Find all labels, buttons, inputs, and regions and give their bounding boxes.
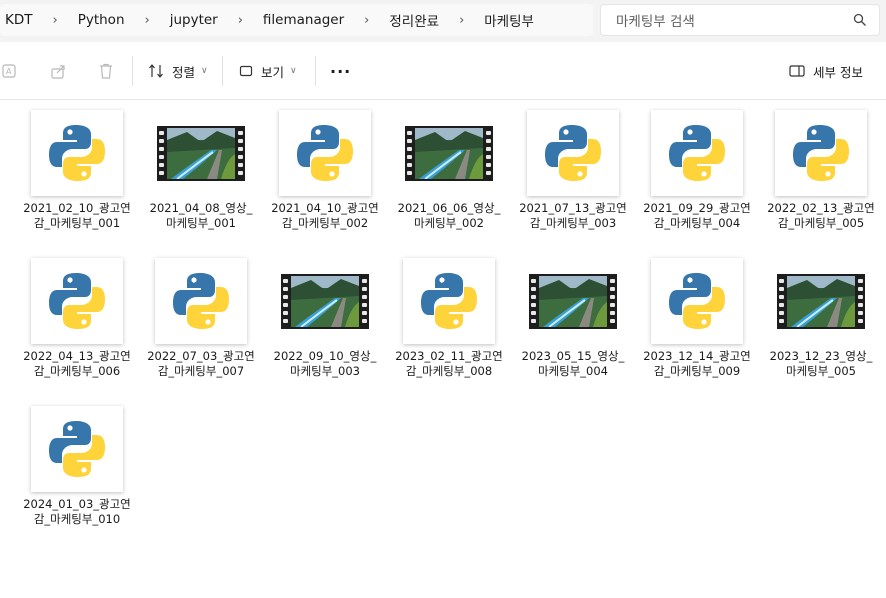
file-name: 2021_04_10_광고연감_마케팅부_002 — [271, 201, 379, 230]
view-button[interactable]: 보기 ∨ — [239, 60, 297, 82]
breadcrumb-item[interactable]: 정리완료 — [381, 10, 447, 30]
file-name: 2022_07_03_광고연감_마케팅부_007 — [147, 349, 255, 378]
file-item[interactable]: 2023_12_14_광고연감_마케팅부_009 — [641, 258, 753, 379]
file-name: 2022_09_10_영상_마케팅부_003 — [273, 349, 377, 378]
file-name: 2021_02_10_광고연감_마케팅부_001 — [23, 201, 131, 230]
file-name: 2023_05_15_영상_마케팅부_004 — [521, 349, 625, 378]
file-item[interactable]: 2023_02_11_광고연감_마케팅부_008 — [393, 258, 505, 379]
breadcrumb-item[interactable]: filemanager — [255, 12, 352, 28]
file-grid: 2021_02_10_광고연감_마케팅부_001 2021_04_08_영상_마… — [0, 100, 886, 598]
video-file-icon — [777, 273, 865, 329]
video-file-icon — [157, 125, 245, 181]
file-item[interactable]: 2021_04_08_영상_마케팅부_001 — [145, 110, 257, 231]
chevron-down-icon: ∨ — [201, 66, 208, 76]
toolbar-divider — [315, 56, 316, 86]
rename-icon[interactable]: A — [2, 62, 20, 80]
chevron-right-icon[interactable]: › — [352, 13, 381, 28]
python-thumbnail[interactable] — [651, 110, 743, 196]
python-file-icon — [793, 125, 849, 181]
python-thumbnail[interactable] — [775, 110, 867, 196]
file-item[interactable]: 2024_01_03_광고연감_마케팅부_010 — [21, 406, 133, 527]
python-thumbnail[interactable] — [31, 110, 123, 196]
video-file-icon — [281, 273, 369, 329]
python-thumbnail[interactable] — [31, 258, 123, 344]
more-options-icon[interactable]: ··· — [330, 62, 351, 81]
chevron-right-icon[interactable]: › — [226, 13, 255, 28]
file-name: 2022_02_13_광고연감_마케팅부_005 — [767, 201, 875, 230]
file-item[interactable]: 2022_02_13_광고연감_마케팅부_005 — [765, 110, 877, 231]
python-file-icon — [297, 125, 353, 181]
file-item[interactable]: 2021_09_29_광고연감_마케팅부_004 — [641, 110, 753, 231]
details-pane-icon — [789, 65, 805, 77]
file-name: 2023_12_14_광고연감_마케팅부_009 — [643, 349, 751, 378]
file-name: 2022_04_13_광고연감_마케팅부_006 — [23, 349, 131, 378]
breadcrumb[interactable]: KDT › Python › jupyter › filemanager › 정… — [0, 4, 593, 36]
chevron-down-icon: ∨ — [290, 66, 297, 76]
python-file-icon — [669, 125, 725, 181]
file-item[interactable]: 2023_05_15_영상_마케팅부_004 — [517, 258, 629, 379]
file-item[interactable]: 2021_06_06_영상_마케팅부_002 — [393, 110, 505, 231]
details-pane-button[interactable]: 세부 정보 — [789, 60, 863, 82]
breadcrumb-item[interactable]: KDT — [0, 12, 41, 28]
chevron-right-icon[interactable]: › — [447, 13, 476, 28]
video-thumbnail[interactable] — [403, 110, 495, 196]
address-bar-row: KDT › Python › jupyter › filemanager › 정… — [0, 0, 886, 42]
sort-button[interactable]: 정렬 ∨ — [148, 60, 208, 82]
file-name: 2023_12_23_영상_마케팅부_005 — [769, 349, 873, 378]
video-file-icon — [529, 273, 617, 329]
toolbar-divider — [132, 56, 133, 86]
command-bar: A 정렬 ∨ 보기 ∨ ··· 세부 정보 — [0, 42, 886, 100]
search-icon[interactable] — [853, 13, 867, 27]
file-name: 2021_06_06_영상_마케팅부_002 — [397, 201, 501, 230]
video-thumbnail[interactable] — [527, 258, 619, 344]
sort-icon — [149, 64, 163, 78]
video-thumbnail[interactable] — [279, 258, 371, 344]
python-thumbnail[interactable] — [527, 110, 619, 196]
file-item[interactable]: 2022_04_13_광고연감_마케팅부_006 — [21, 258, 133, 379]
svg-text:A: A — [6, 67, 12, 76]
sort-label: 정렬 — [172, 64, 196, 80]
video-file-icon — [405, 125, 493, 181]
file-item[interactable]: 2021_07_13_광고연감_마케팅부_003 — [517, 110, 629, 231]
chevron-right-icon[interactable]: › — [133, 13, 162, 28]
python-thumbnail[interactable] — [155, 258, 247, 344]
video-thumbnail[interactable] — [775, 258, 867, 344]
view-icon — [239, 65, 253, 77]
file-item[interactable]: 2021_02_10_광고연감_마케팅부_001 — [21, 110, 133, 231]
search-input[interactable]: 마케팅부 검색 — [600, 4, 880, 36]
python-thumbnail[interactable] — [651, 258, 743, 344]
file-item[interactable]: 2022_07_03_광고연감_마케팅부_007 — [145, 258, 257, 379]
search-placeholder: 마케팅부 검색 — [616, 14, 695, 30]
file-name: 2024_01_03_광고연감_마케팅부_010 — [23, 497, 131, 526]
file-name: 2021_09_29_광고연감_마케팅부_004 — [643, 201, 751, 230]
breadcrumb-item-current[interactable]: 마케팅부 — [476, 10, 542, 30]
breadcrumb-item[interactable]: jupyter — [162, 12, 226, 28]
file-name: 2021_07_13_광고연감_마케팅부_003 — [519, 201, 627, 230]
breadcrumb-item[interactable]: Python — [70, 12, 133, 28]
python-file-icon — [669, 273, 725, 329]
file-item[interactable]: 2023_12_23_영상_마케팅부_005 — [765, 258, 877, 379]
file-item[interactable]: 2021_04_10_광고연감_마케팅부_002 — [269, 110, 381, 231]
python-file-icon — [49, 421, 105, 477]
python-file-icon — [49, 125, 105, 181]
chevron-right-icon[interactable]: › — [41, 13, 70, 28]
view-label: 보기 — [261, 64, 285, 80]
toolbar-divider — [222, 56, 223, 86]
python-thumbnail[interactable] — [279, 110, 371, 196]
details-pane-label: 세부 정보 — [813, 64, 863, 80]
python-file-icon — [49, 273, 105, 329]
file-name: 2023_02_11_광고연감_마케팅부_008 — [395, 349, 503, 378]
share-icon[interactable] — [50, 62, 68, 80]
file-name: 2021_04_08_영상_마케팅부_001 — [149, 201, 253, 230]
python-file-icon — [421, 273, 477, 329]
delete-icon[interactable] — [97, 62, 115, 80]
video-thumbnail[interactable] — [155, 110, 247, 196]
python-thumbnail[interactable] — [31, 406, 123, 492]
python-file-icon — [545, 125, 601, 181]
file-item[interactable]: 2022_09_10_영상_마케팅부_003 — [269, 258, 381, 379]
python-thumbnail[interactable] — [403, 258, 495, 344]
python-file-icon — [173, 273, 229, 329]
